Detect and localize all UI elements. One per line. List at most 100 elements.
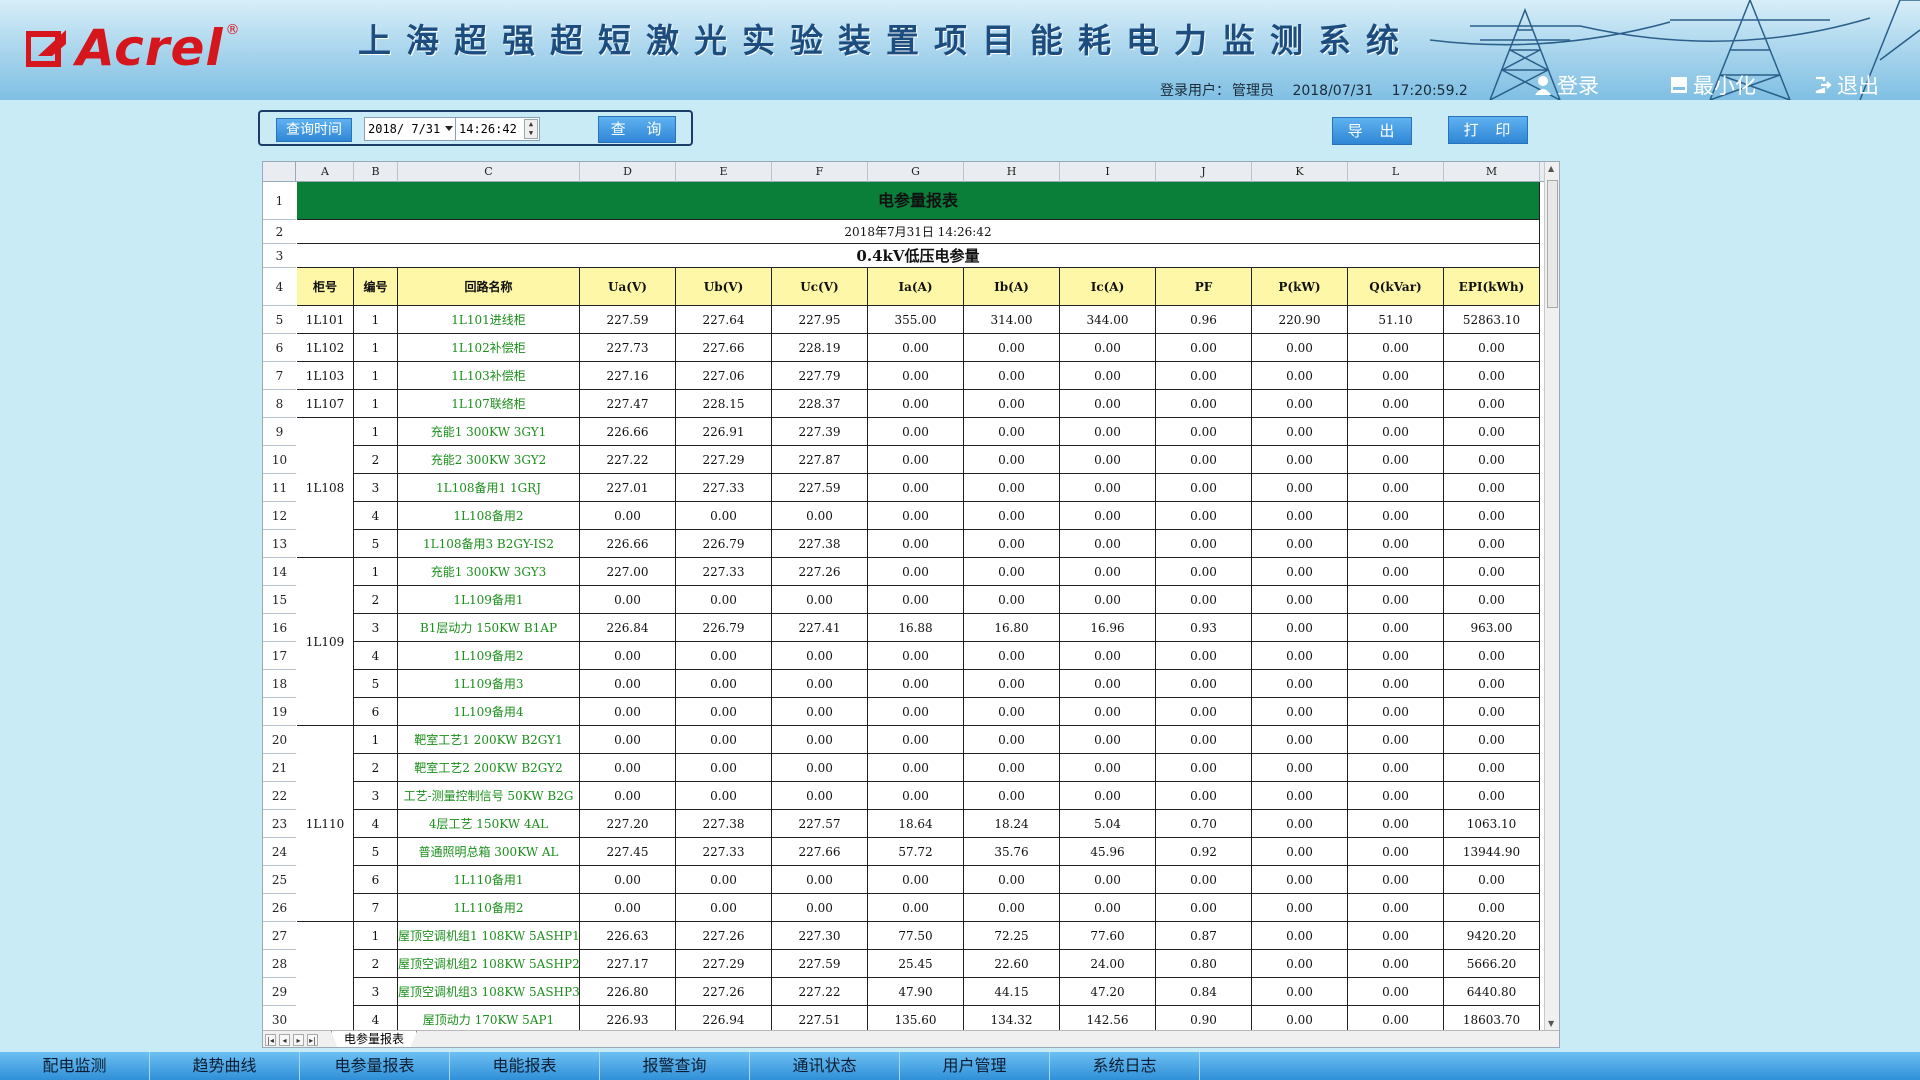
select-all-corner[interactable] — [263, 162, 296, 182]
row-header[interactable]: 4 — [263, 268, 296, 306]
row-header[interactable]: 11 — [263, 474, 296, 502]
minimize-button[interactable]: 最小化 — [1670, 73, 1756, 98]
measurement-value[interactable]: 0.00 — [1444, 782, 1540, 810]
circuit-name[interactable]: 1L108备用1 1GRJ — [398, 474, 580, 502]
measurement-value[interactable]: 228.15 — [676, 390, 772, 418]
measurement-value[interactable]: 0.00 — [868, 474, 964, 502]
circuit-number[interactable]: 1 — [354, 362, 398, 390]
measurement-value[interactable]: 0.00 — [1156, 390, 1252, 418]
measurement-value[interactable]: 0.00 — [1060, 418, 1156, 446]
cabinet-cell[interactable]: 1L110 — [297, 726, 354, 922]
row-header[interactable]: 25 — [263, 866, 296, 894]
next-sheet-icon[interactable]: ▸ — [293, 1034, 304, 1046]
measurement-value[interactable]: 227.01 — [580, 474, 676, 502]
measurement-value[interactable]: 0.00 — [1156, 362, 1252, 390]
measurement-value[interactable]: 0.00 — [772, 754, 868, 782]
column-header-d[interactable]: D — [580, 162, 676, 182]
circuit-number[interactable]: 3 — [354, 474, 398, 502]
circuit-name[interactable]: 1L109备用3 — [398, 670, 580, 698]
measurement-value[interactable]: 227.20 — [580, 810, 676, 838]
measurement-value[interactable]: 0.00 — [1252, 418, 1348, 446]
measurement-value[interactable]: 0.00 — [1348, 446, 1444, 474]
measurement-value[interactable]: 0.00 — [964, 754, 1060, 782]
measurement-value[interactable]: 0.00 — [1060, 362, 1156, 390]
column-header-f[interactable]: F — [772, 162, 868, 182]
measurement-value[interactable]: 0.00 — [580, 782, 676, 810]
row-header[interactable]: 5 — [263, 306, 296, 334]
measurement-value[interactable]: 227.64 — [676, 306, 772, 334]
circuit-number[interactable]: 5 — [354, 530, 398, 558]
row-header[interactable]: 3 — [263, 244, 296, 268]
measurement-value[interactable]: 0.00 — [1348, 754, 1444, 782]
measurement-value[interactable]: 0.00 — [676, 866, 772, 894]
measurement-value[interactable]: 1063.10 — [1444, 810, 1540, 838]
measurement-value[interactable]: 0.00 — [1060, 334, 1156, 362]
measurement-value[interactable]: 227.41 — [772, 614, 868, 642]
measurement-value[interactable]: 0.00 — [1060, 894, 1156, 922]
row-header[interactable]: 29 — [263, 978, 296, 1006]
measurement-value[interactable]: 0.00 — [1444, 390, 1540, 418]
measurement-value[interactable]: 18.64 — [868, 810, 964, 838]
measurement-value[interactable]: 0.00 — [580, 726, 676, 754]
circuit-number[interactable]: 5 — [354, 838, 398, 866]
measurement-value[interactable]: 0.00 — [1348, 530, 1444, 558]
measurement-value[interactable]: 0.00 — [1252, 838, 1348, 866]
measurement-value[interactable]: 0.96 — [1156, 306, 1252, 334]
measurement-value[interactable]: 0.00 — [868, 390, 964, 418]
measurement-value[interactable]: 0.00 — [1348, 978, 1444, 1006]
measurement-value[interactable]: 0.00 — [1252, 614, 1348, 642]
measurement-value[interactable]: 0.00 — [1348, 502, 1444, 530]
export-button[interactable]: 导 出 — [1332, 117, 1412, 145]
circuit-name[interactable]: 充能1 300KW 3GY3 — [398, 558, 580, 586]
measurement-value[interactable]: 0.00 — [1060, 642, 1156, 670]
circuit-name[interactable]: 1L107联络柜 — [398, 390, 580, 418]
circuit-name[interactable]: 普通照明总箱 300KW AL — [398, 838, 580, 866]
measurement-value[interactable]: 0.00 — [676, 642, 772, 670]
measurement-value[interactable]: 0.93 — [1156, 614, 1252, 642]
row-header[interactable]: 7 — [263, 362, 296, 390]
measurement-value[interactable]: 44.15 — [964, 978, 1060, 1006]
measurement-value[interactable]: 0.00 — [1348, 334, 1444, 362]
measurement-value[interactable]: 226.66 — [580, 418, 676, 446]
measurement-value[interactable]: 0.00 — [1156, 698, 1252, 726]
column-header-l[interactable]: L — [1348, 162, 1444, 182]
column-header-m[interactable]: M — [1444, 162, 1540, 182]
measurement-value[interactable]: 0.00 — [1444, 586, 1540, 614]
row-header[interactable]: 1 — [263, 182, 296, 220]
query-button[interactable]: 查 询 — [598, 116, 676, 143]
circuit-number[interactable]: 3 — [354, 978, 398, 1006]
measurement-value[interactable]: 0.00 — [1252, 362, 1348, 390]
measurement-value[interactable]: 0.00 — [868, 698, 964, 726]
measurement-value[interactable]: 0.00 — [676, 754, 772, 782]
measurement-value[interactable]: 0.00 — [1060, 586, 1156, 614]
measurement-value[interactable]: 0.00 — [1252, 334, 1348, 362]
measurement-value[interactable]: 52863.10 — [1444, 306, 1540, 334]
measurement-value[interactable]: 0.00 — [580, 586, 676, 614]
circuit-name[interactable]: 1L110备用2 — [398, 894, 580, 922]
measurement-value[interactable]: 24.00 — [1060, 950, 1156, 978]
circuit-name[interactable]: 靶室工艺1 200KW B2GY1 — [398, 726, 580, 754]
measurement-value[interactable]: 0.00 — [1252, 726, 1348, 754]
column-header-j[interactable]: J — [1156, 162, 1252, 182]
measurement-value[interactable]: 355.00 — [868, 306, 964, 334]
column-header-b[interactable]: B — [354, 162, 398, 182]
cabinet-cell[interactable]: 1L102 — [297, 334, 354, 362]
row-header[interactable]: 12 — [263, 502, 296, 530]
scrollbar-thumb[interactable] — [1547, 180, 1558, 308]
measurement-value[interactable]: 227.79 — [772, 362, 868, 390]
circuit-name[interactable]: 1L101进线柜 — [398, 306, 580, 334]
measurement-value[interactable]: 47.90 — [868, 978, 964, 1006]
circuit-number[interactable]: 1 — [354, 334, 398, 362]
measurement-value[interactable]: 226.79 — [676, 614, 772, 642]
measurement-value[interactable]: 0.00 — [964, 530, 1060, 558]
nav-item[interactable]: 趋势曲线 — [150, 1052, 300, 1080]
circuit-number[interactable]: 1 — [354, 306, 398, 334]
measurement-value[interactable]: 227.17 — [580, 950, 676, 978]
measurement-value[interactable]: 0.00 — [1252, 558, 1348, 586]
measurement-value[interactable]: 227.45 — [580, 838, 676, 866]
measurement-value[interactable]: 0.00 — [1348, 474, 1444, 502]
row-header[interactable]: 18 — [263, 670, 296, 698]
row-header[interactable]: 2 — [263, 220, 296, 244]
measurement-value[interactable]: 0.00 — [580, 642, 676, 670]
circuit-name[interactable]: 1L102补偿柜 — [398, 334, 580, 362]
